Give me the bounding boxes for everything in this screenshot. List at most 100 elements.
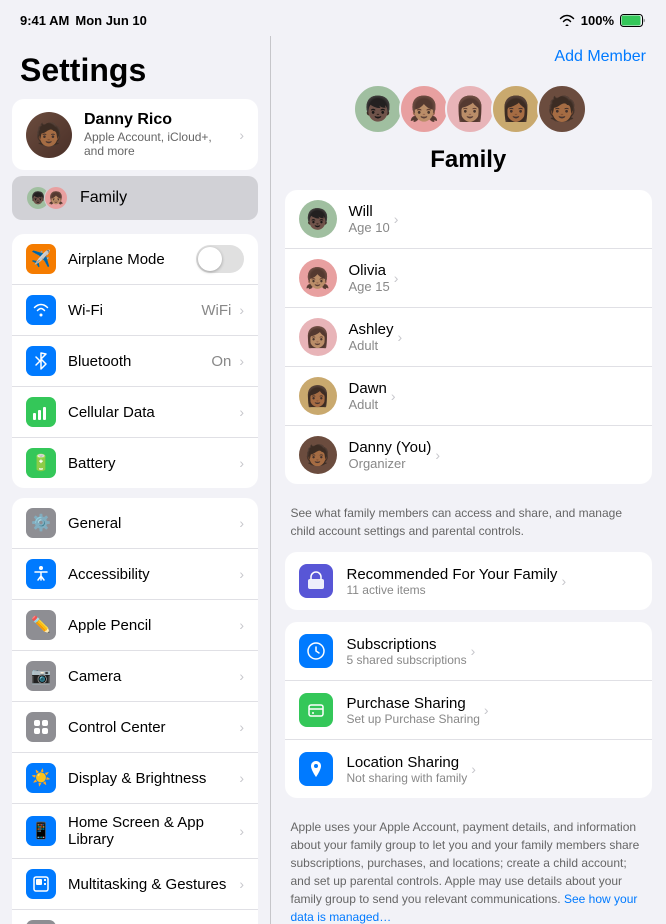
dawn-avatar: 👩🏾 (299, 377, 337, 415)
sidebar-item-cellular[interactable]: Cellular Data › (12, 387, 258, 438)
applepencil-icon: ✏️ (26, 610, 56, 640)
family-members-list: 👦🏿 Will Age 10 › 👧🏽 Olivia Age 15 › 👩🏽 (285, 190, 653, 484)
recommended-info: Recommended For Your Family 11 active it… (347, 566, 558, 597)
wifi-settings-icon (26, 295, 56, 325)
general-label: General (68, 515, 235, 532)
general-chevron: › (239, 515, 244, 531)
settings-group-system: ⚙️ General › Accessibility › ✏️ Apple Pe… (12, 498, 258, 924)
subscriptions-sub: 5 shared subscriptions (347, 653, 467, 667)
olivia-avatar: 👧🏽 (299, 259, 337, 297)
cellular-icon (26, 397, 56, 427)
member-item-dawn[interactable]: 👩🏾 Dawn Adult › (285, 367, 653, 426)
family-avatars-large: 👦🏿 👧🏽 👩🏽 👩🏾 🧑🏾 (353, 84, 583, 134)
airplane-icon: ✈️ (26, 244, 56, 274)
sidebar-item-camera[interactable]: 📷 Camera › (12, 651, 258, 702)
sidebar-item-general[interactable]: ⚙️ General › (12, 498, 258, 549)
feature-purchase-sharing[interactable]: Purchase Sharing Set up Purchase Sharing… (285, 681, 653, 740)
display-chevron: › (239, 770, 244, 786)
sidebar-item-applepencil[interactable]: ✏️ Apple Pencil › (12, 600, 258, 651)
subscriptions-chevron: › (471, 643, 476, 659)
olivia-info: Olivia Age 15 (349, 262, 390, 294)
status-bar: 9:41 AM Mon Jun 10 100% (0, 0, 666, 36)
multitasking-label: Multitasking & Gestures (68, 876, 235, 893)
feature-location-sharing[interactable]: Location Sharing Not sharing with family… (285, 740, 653, 798)
profile-card[interactable]: 🧑🏾 Danny Rico Apple Account, iCloud+, an… (12, 99, 258, 170)
airplane-label: Airplane Mode (68, 251, 196, 268)
hero-avatar-danny: 🧑🏾 (537, 84, 587, 134)
profile-info: Danny Rico Apple Account, iCloud+, and m… (84, 111, 223, 158)
ashley-name: Ashley (349, 321, 394, 338)
location-icon (299, 752, 333, 786)
wifi-icon (559, 14, 575, 26)
recommended-chevron: › (561, 573, 566, 589)
sidebar-item-wifi[interactable]: Wi-Fi WiFi › (12, 285, 258, 336)
olivia-age: Age 15 (349, 279, 390, 294)
profile-subtitle: Apple Account, iCloud+, and more (84, 130, 223, 158)
member-item-danny[interactable]: 🧑🏾 Danny (You) Organizer › (285, 426, 653, 484)
location-sharing-info: Location Sharing Not sharing with family (347, 754, 468, 785)
olivia-name: Olivia (349, 262, 390, 279)
sidebar-item-accessibility[interactable]: Accessibility › (12, 549, 258, 600)
sidebar-item-homescreen[interactable]: 📱 Home Screen & App Library › (12, 804, 258, 859)
sidebar-item-bluetooth[interactable]: Bluetooth On › (12, 336, 258, 387)
sidebar-item-multitasking[interactable]: Multitasking & Gestures › (12, 859, 258, 910)
recommended-sub: 11 active items (347, 583, 558, 597)
member-item-ashley[interactable]: 👩🏽 Ashley Adult › (285, 308, 653, 367)
camera-chevron: › (239, 668, 244, 684)
wifi-chevron: › (239, 302, 244, 318)
will-chevron: › (394, 211, 399, 227)
hero-avatar-will: 👦🏿 (353, 84, 403, 134)
accessibility-icon (26, 559, 56, 589)
will-name: Will (349, 203, 390, 220)
family-hero: 👦🏿 👧🏽 👩🏽 👩🏾 🧑🏾 Family (271, 74, 666, 190)
add-member-button[interactable]: Add Member (554, 48, 646, 66)
general-icon: ⚙️ (26, 508, 56, 538)
sidebar-item-airplane[interactable]: ✈️ Airplane Mode (12, 234, 258, 285)
battery-chevron: › (239, 455, 244, 471)
sharing-features-list: Subscriptions 5 shared subscriptions › P… (285, 622, 653, 798)
hero-avatar-olivia: 👧🏽 (399, 84, 449, 134)
will-age: Age 10 (349, 220, 390, 235)
feature-subscriptions[interactable]: Subscriptions 5 shared subscriptions › (285, 622, 653, 681)
family-footer: Apple uses your Apple Account, payment d… (271, 810, 666, 924)
sidebar-item-family[interactable]: 👦🏿 👧🏽 Family (12, 176, 258, 220)
ashley-avatar: 👩🏽 (299, 318, 337, 356)
accessibility-chevron: › (239, 566, 244, 582)
homescreen-label: Home Screen & App Library (68, 814, 235, 848)
display-label: Display & Brightness (68, 770, 235, 787)
member-item-will[interactable]: 👦🏿 Will Age 10 › (285, 190, 653, 249)
battery-label-item: Battery (68, 455, 235, 472)
profile-chevron: › (239, 127, 244, 143)
will-info: Will Age 10 (349, 203, 390, 235)
bluetooth-icon (26, 346, 56, 376)
dawn-name: Dawn (349, 380, 387, 397)
bluetooth-value: On (211, 353, 231, 370)
cellular-label: Cellular Data (68, 404, 235, 421)
cellular-chevron: › (239, 404, 244, 420)
recommended-name: Recommended For Your Family (347, 566, 558, 583)
location-chevron: › (471, 761, 476, 777)
feature-recommended[interactable]: Recommended For Your Family 11 active it… (285, 552, 653, 610)
multitasking-chevron: › (239, 876, 244, 892)
accessibility-label: Accessibility (68, 566, 235, 583)
hero-avatar-dawn: 👩🏾 (491, 84, 541, 134)
sidebar-item-controlcenter[interactable]: Control Center › (12, 702, 258, 753)
purchase-sharing-sub: Set up Purchase Sharing (347, 712, 480, 726)
member-item-olivia[interactable]: 👧🏽 Olivia Age 15 › (285, 249, 653, 308)
sidebar-item-display[interactable]: ☀️ Display & Brightness › (12, 753, 258, 804)
family-avatar-group: 👦🏿 👧🏽 (26, 186, 62, 210)
battery-label: 100% (581, 13, 614, 28)
sidebar-item-battery[interactable]: 🔋 Battery › (12, 438, 258, 488)
recommended-icon (299, 564, 333, 598)
olivia-chevron: › (394, 270, 399, 286)
wifi-label: Wi-Fi (68, 302, 201, 319)
display-icon: ☀️ (26, 763, 56, 793)
profile-name: Danny Rico (84, 111, 223, 129)
danny-info: Danny (You) Organizer (349, 439, 432, 471)
subscriptions-name: Subscriptions (347, 636, 467, 653)
sidebar-item-search[interactable]: 🔍 Search › (12, 910, 258, 924)
settings-group-connectivity: ✈️ Airplane Mode Wi-Fi WiFi › (12, 234, 258, 488)
ashley-info: Ashley Adult (349, 321, 394, 353)
airplane-toggle[interactable] (196, 245, 244, 273)
subscriptions-info: Subscriptions 5 shared subscriptions (347, 636, 467, 667)
